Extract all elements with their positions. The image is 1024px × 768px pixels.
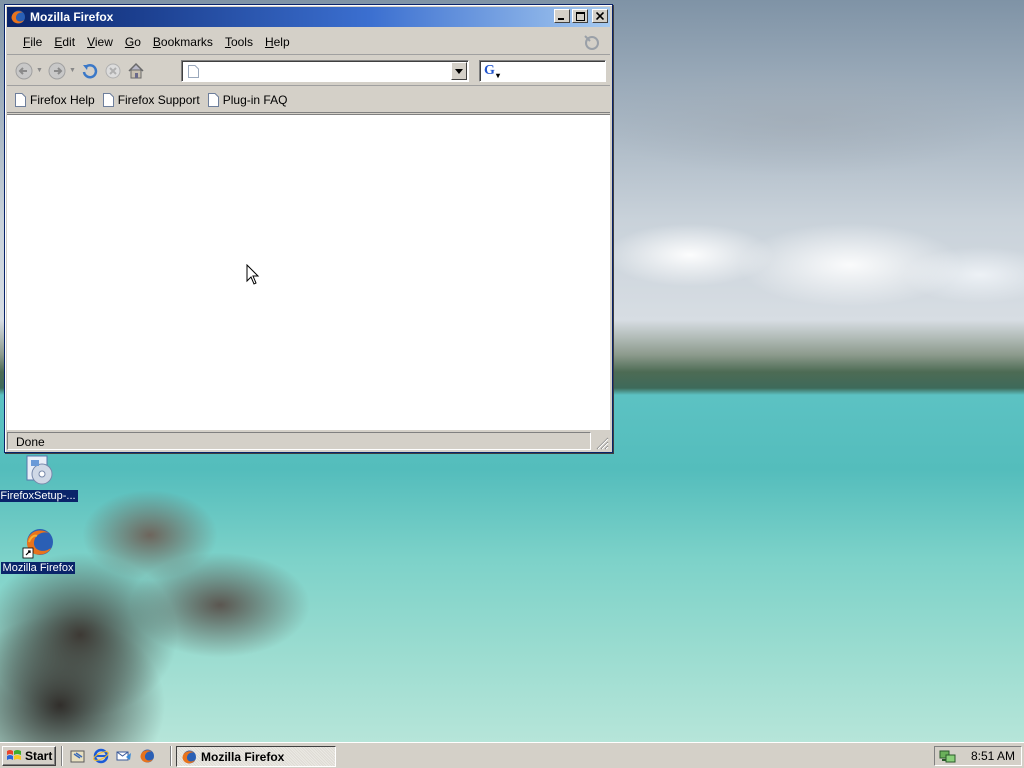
maximize-button[interactable]	[572, 9, 588, 23]
minimize-icon	[558, 18, 564, 20]
reload-button[interactable]	[79, 60, 101, 82]
firefox-shortcut-icon	[22, 529, 53, 559]
bookmark-plugin-faq[interactable]: Plug-in FAQ	[207, 92, 288, 107]
quicklaunch-outlook-express[interactable]	[114, 747, 134, 765]
bookmark-firefox-support[interactable]: Firefox Support	[102, 92, 200, 107]
installer-icon	[26, 455, 53, 485]
menu-tools[interactable]: Tools	[219, 35, 259, 49]
bookmark-page-icon	[15, 92, 26, 107]
bookmark-page-icon	[207, 92, 219, 107]
taskbar-button-mozilla-firefox[interactable]: Mozilla Firefox	[176, 746, 336, 767]
taskbar: Start Mozilla Firefox 8:51 AM	[0, 742, 1024, 768]
home-button[interactable]	[125, 60, 147, 82]
chevron-down-icon	[455, 68, 463, 74]
stop-icon	[105, 63, 121, 78]
bookmark-label: Firefox Help	[30, 92, 95, 107]
system-tray: 8:51 AM	[934, 746, 1022, 766]
menu-file[interactable]: File	[17, 35, 48, 49]
url-dropdown-button[interactable]	[451, 62, 467, 80]
taskbar-separator	[170, 746, 172, 766]
status-text: Done	[7, 432, 591, 450]
internet-explorer-icon	[93, 748, 109, 764]
maximize-icon	[575, 11, 585, 21]
search-bar[interactable]: G	[479, 60, 606, 84]
mouse-pointer-icon	[246, 264, 260, 285]
search-engine-selector[interactable]: G	[484, 63, 506, 84]
quick-launch	[68, 747, 157, 765]
quicklaunch-internet-explorer[interactable]	[91, 747, 111, 765]
desktop-icon-label: FirefoxSetup-...	[0, 490, 78, 502]
desktop-icon-firefox-setup[interactable]: FirefoxSetup-...	[0, 452, 78, 502]
taskbar-separator	[61, 746, 63, 766]
bookmark-label: Plug-in FAQ	[222, 92, 288, 107]
forward-button[interactable]	[46, 60, 68, 82]
show-desktop-icon	[70, 750, 85, 763]
close-icon	[596, 12, 604, 20]
forward-history-dropdown-icon[interactable]: ▼	[69, 67, 77, 74]
outlook-express-icon	[116, 751, 131, 761]
desktop-icon-mozilla-firefox[interactable]: Mozilla Firefox	[0, 524, 76, 574]
back-arrow-icon	[15, 62, 33, 79]
menu-go[interactable]: Go	[119, 35, 147, 49]
back-button[interactable]	[13, 60, 35, 82]
network-connection-icon[interactable]	[939, 748, 957, 764]
menu-bookmarks[interactable]: Bookmarks	[147, 35, 219, 49]
menu-view[interactable]: View	[81, 35, 119, 49]
bookmark-label: Firefox Support	[117, 92, 200, 107]
bookmarks-toolbar: Firefox Help Firefox Support Plug-in FAQ	[7, 87, 610, 113]
menu-bar: File Edit View Go Bookmarks Tools Help	[7, 29, 610, 55]
close-button[interactable]	[592, 9, 608, 23]
clock[interactable]: 8:51 AM	[971, 749, 1015, 763]
page-content-area[interactable]	[7, 114, 610, 430]
firefox-icon	[11, 10, 25, 24]
back-history-dropdown-icon[interactable]: ▼	[36, 67, 44, 74]
minimize-button[interactable]	[554, 9, 570, 23]
forward-arrow-icon	[48, 62, 66, 79]
task-label: Mozilla Firefox	[201, 749, 285, 764]
firefox-icon	[140, 749, 154, 763]
start-button[interactable]: Start	[2, 746, 56, 766]
throbber-icon[interactable]	[582, 33, 602, 53]
reload-icon	[82, 63, 98, 78]
stop-button[interactable]	[102, 60, 124, 82]
navigation-toolbar: ▼ ▼ G ▾	[7, 56, 610, 86]
menu-help[interactable]: Help	[259, 35, 296, 49]
quicklaunch-firefox[interactable]	[137, 747, 157, 765]
home-icon	[128, 62, 144, 78]
url-input[interactable]	[204, 63, 444, 79]
window-title: Mozilla Firefox	[30, 10, 114, 24]
windows-logo-icon	[7, 750, 21, 760]
quicklaunch-show-desktop[interactable]	[68, 747, 88, 765]
firefox-icon	[182, 750, 196, 763]
page-icon	[188, 65, 199, 78]
bookmark-page-icon	[102, 92, 114, 107]
url-bar[interactable]	[181, 60, 469, 82]
firefox-window: Mozilla Firefox File Edit View Go Bookma…	[4, 4, 613, 453]
window-titlebar[interactable]: Mozilla Firefox	[7, 7, 610, 27]
desktop-icon-label: Mozilla Firefox	[0, 562, 76, 574]
bookmark-firefox-help[interactable]: Firefox Help	[15, 92, 95, 107]
menu-edit[interactable]: Edit	[48, 35, 81, 49]
status-bar: Done	[7, 431, 610, 451]
start-label: Start	[25, 749, 53, 763]
resize-grip-icon[interactable]	[595, 436, 609, 450]
